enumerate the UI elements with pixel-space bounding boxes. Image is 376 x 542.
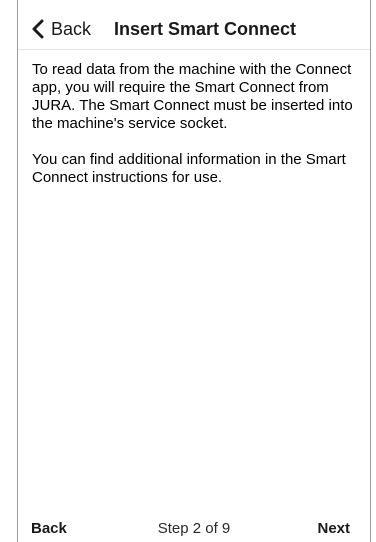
instruction-paragraph-1: To read data from the machine with the C… [32, 61, 353, 132]
instruction-paragraph-2: You can find additional information in t… [32, 151, 346, 186]
instructions-content: To read data from the machine with the C… [32, 61, 358, 205]
back-button-label: Back [51, 19, 92, 39]
back-button[interactable]: Back [30, 16, 91, 42]
chevron-left-icon [30, 18, 46, 40]
next-button[interactable]: Next [317, 520, 350, 537]
app-screen: Back Insert Smart Connect To read data f… [17, 0, 371, 542]
navigation-bar: Back Insert Smart Connect [18, 0, 370, 50]
step-footer: Back Step 2 of 9 Next [18, 515, 370, 539]
page-title: Insert Smart Connect [114, 19, 297, 39]
